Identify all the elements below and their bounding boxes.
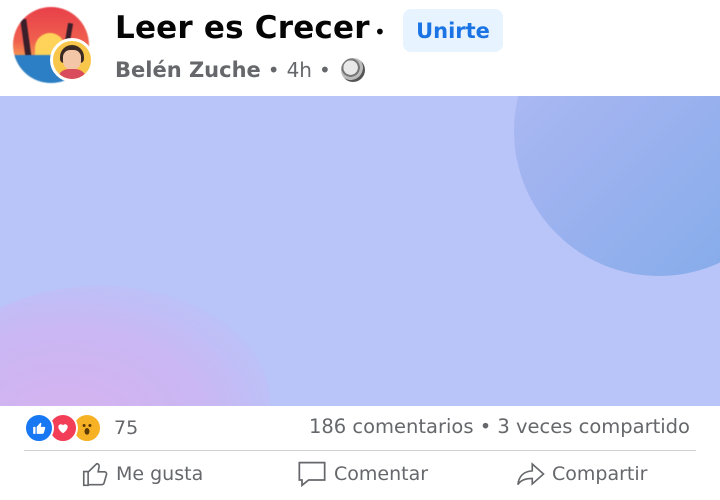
comment-icon xyxy=(298,461,326,488)
action-bar: Me gusta Comentar Compartir xyxy=(24,451,696,500)
post-header: Leer es Crecer • Unirte Belén Zuche • 4h… xyxy=(0,0,720,96)
post-stats: 186 comentarios • 3 veces compartido xyxy=(309,415,690,438)
post-meta: Belén Zuche • 4h • xyxy=(115,56,365,84)
like-icon xyxy=(24,413,54,443)
like-button[interactable]: Me gusta xyxy=(80,451,203,497)
globe-icon xyxy=(340,58,365,82)
like-label: Me gusta xyxy=(116,463,204,485)
reactions-summary[interactable]: 75 xyxy=(24,412,138,444)
share-button[interactable]: Compartir xyxy=(516,451,647,497)
comment-button[interactable]: Comentar xyxy=(296,451,428,497)
stats-dot: • xyxy=(479,415,492,438)
group-name-link[interactable]: Leer es Crecer xyxy=(115,10,370,46)
meta-dot: • xyxy=(267,58,280,82)
share-label: Compartir xyxy=(552,463,648,485)
comments-count-link[interactable]: 186 comentarios xyxy=(309,415,474,438)
comment-label: Comentar xyxy=(334,463,429,485)
decorative-blob xyxy=(0,286,270,406)
user-avatar[interactable] xyxy=(50,38,94,82)
join-button[interactable]: Unirte xyxy=(403,9,503,52)
post-media[interactable] xyxy=(0,96,720,406)
reaction-count: 75 xyxy=(114,417,139,439)
separator-dot: • xyxy=(374,20,386,44)
thumbs-up-icon xyxy=(82,462,108,487)
shares-count-link[interactable]: 3 veces compartido xyxy=(497,415,690,438)
author-link[interactable]: Belén Zuche xyxy=(115,58,261,82)
palm-shape xyxy=(20,18,32,60)
decorative-circle xyxy=(514,96,720,276)
share-icon xyxy=(517,462,545,486)
privacy-dot: • xyxy=(318,58,331,82)
post-time[interactable]: 4h xyxy=(287,58,312,82)
